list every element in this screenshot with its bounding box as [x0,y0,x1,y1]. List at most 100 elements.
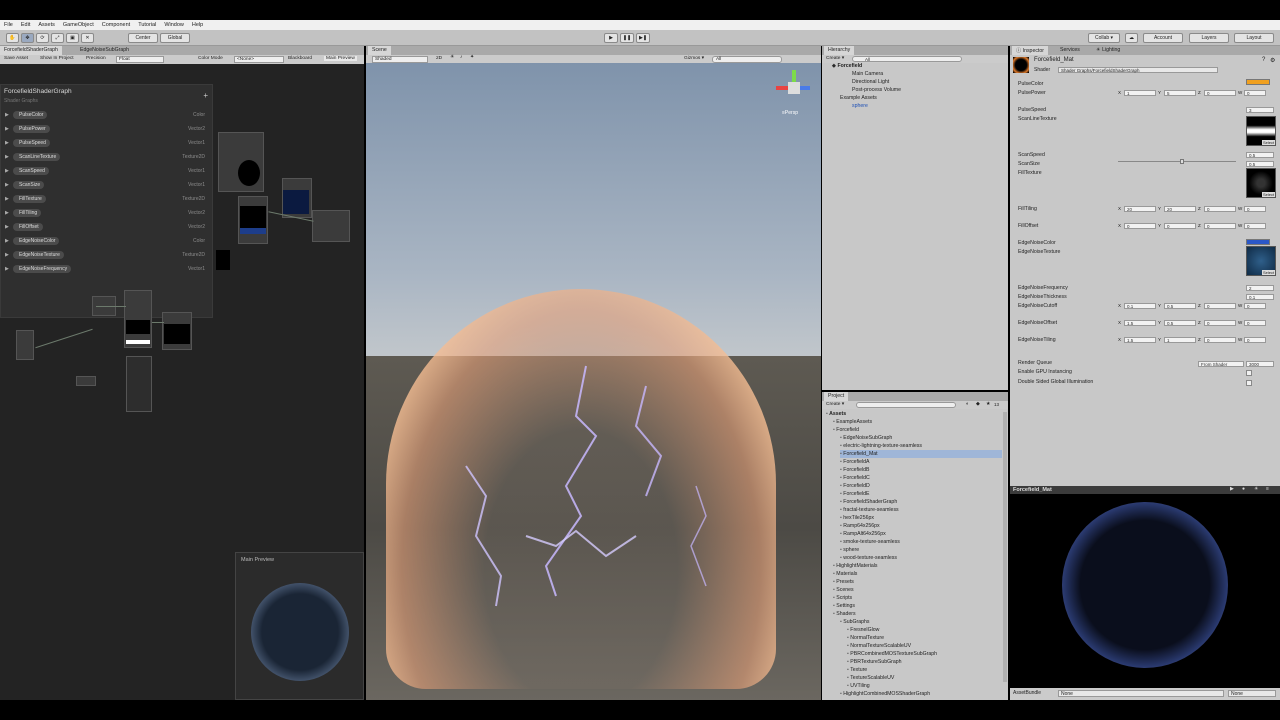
property-name[interactable]: FillTexture [13,195,46,203]
project-item[interactable]: ▪ Ramp64x256px [840,522,880,530]
project-item[interactable]: ▪ PBRCombinedMOSTextureSubGraph [847,650,937,658]
transform-tool-icon[interactable]: ✕ [81,33,94,43]
shading-dropdown[interactable]: Shaded [372,56,428,63]
gpu-instancing-checkbox[interactable] [1246,370,1252,376]
preview-sphere[interactable] [1062,502,1228,668]
blackboard-property[interactable]: ▶ ScanSpeed Vector1 [5,167,209,175]
project-item[interactable]: ▪ PBRTextureSubGraph [847,658,902,666]
vector-field-x[interactable]: 1.5 [1124,337,1156,343]
vector-field-w[interactable]: 0 [1244,337,1266,343]
vector-field-z[interactable]: 0 [1204,90,1236,96]
menu-component[interactable]: Component [102,22,130,28]
settings-icon[interactable]: ⚙ [1270,57,1275,64]
expand-arrow-icon[interactable]: ▶ [5,182,9,188]
lighting-icon[interactable]: ☀ [450,55,454,60]
hierarchy-create-button[interactable]: Create ▾ [826,56,844,61]
expand-arrow-icon[interactable]: ▶ [5,154,9,160]
edge-noise-color-swatch[interactable] [1246,239,1270,245]
vector-field-y[interactable]: 5 [1164,90,1196,96]
orientation-gizmo[interactable] [776,70,812,106]
property-name[interactable]: ScanSpeed [13,167,49,175]
hierarchy-item[interactable]: Post-process Volume [852,86,901,94]
vector-field-x[interactable]: 0 [1124,223,1156,229]
filter-type-icon[interactable]: ◐ [966,401,969,407]
property-name[interactable]: ScanLineTexture [13,153,61,161]
project-item[interactable]: ▪ smoke-texture-seamless [840,538,900,546]
blackboard-property[interactable]: ▶ PulseSpeed Vector1 [5,139,209,147]
cloud-icon[interactable]: ☁ [1125,33,1138,43]
tab-project[interactable]: Project [824,392,849,401]
preview-sphere[interactable] [251,583,349,681]
project-item[interactable]: ▪ ForcefieldD [840,482,870,490]
project-item[interactable]: ▪ fractal-texture-seamless [840,506,899,514]
float-field[interactable]: 0.5 [1246,152,1274,158]
project-item[interactable]: ▪ sphere [840,546,859,554]
property-name[interactable]: ScanSize [13,181,45,189]
vector-field-z[interactable]: 0 [1204,337,1236,343]
asset-bundle-dropdown[interactable]: None [1058,690,1224,697]
vector-field-x[interactable]: 0.1 [1124,303,1156,309]
vector-field-y[interactable]: 0.5 [1164,303,1196,309]
project-item[interactable]: ▪ UVTiling [847,682,870,690]
project-item[interactable]: ▪ ForcefieldE [840,490,870,498]
project-item[interactable]: ▪ RampAlt64x256px [840,530,886,538]
scale-tool-icon[interactable]: ⤢ [51,33,64,43]
show-in-project-button[interactable]: Show In Project [40,56,74,61]
hierarchy-search-input[interactable]: All [852,56,962,62]
precision-dropdown[interactable]: Float [116,56,164,63]
project-scrollbar[interactable] [1003,412,1007,682]
help-icon[interactable]: ? [1262,57,1265,63]
property-name[interactable]: EdgeNoiseFrequency [13,265,72,273]
menu-window[interactable]: Window [164,22,184,28]
collab-button[interactable]: Collab ▾ [1088,33,1120,43]
blackboard-property[interactable]: ▶ FillOffset Vector2 [5,223,209,231]
project-item[interactable]: ▪ Materials [833,570,857,578]
pivot-center-button[interactable]: Center [128,33,158,43]
preview-mesh-icon[interactable]: ● [1242,486,1245,492]
persp-label[interactable]: ≡Persp [782,110,798,116]
scan-speed-slider-thumb[interactable] [1180,159,1184,164]
property-name[interactable]: PulseColor [13,111,48,119]
property-name[interactable]: PulsePower [13,125,50,133]
project-create-button[interactable]: Create ▾ [826,402,844,407]
expand-arrow-icon[interactable]: ▶ [5,140,9,146]
edge-noise-select-button[interactable]: Select [1262,270,1276,275]
property-name[interactable]: PulseSpeed [13,139,50,147]
pause-icon[interactable]: ❚❚ [620,33,634,43]
2d-toggle[interactable]: 2D [436,56,442,61]
double-sided-gi-checkbox[interactable] [1246,380,1252,386]
project-item[interactable]: ▪ NormalTextureScalableUV [847,642,911,650]
asset-bundle-variant-dropdown[interactable]: None [1228,690,1276,697]
expand-arrow-icon[interactable]: ▶ [5,112,9,118]
menu-edit[interactable]: Edit [21,22,30,28]
menu-gameobject[interactable]: GameObject [63,22,94,28]
graph-node[interactable] [312,210,350,242]
project-item[interactable]: ▪ Assets [826,410,846,418]
project-item[interactable]: ▪ Presets [833,578,854,586]
expand-arrow-icon[interactable]: ▶ [5,126,9,132]
expand-arrow-icon[interactable]: ▶ [5,210,9,216]
vector-field-z[interactable]: 0 [1204,303,1236,309]
project-item[interactable]: ▪ hexTile256px [840,514,874,522]
blackboard-property[interactable]: ▶ EdgeNoiseFrequency Vector1 [5,265,209,273]
graph-node[interactable] [76,376,96,386]
project-item[interactable]: ▪ electric-lightning-texture-seamless [840,442,922,450]
preview-light-icon[interactable]: ☀ [1254,486,1258,492]
blackboard-property[interactable]: ▶ PulseColor Color [5,111,209,119]
vector-field-y[interactable]: 20 [1164,206,1196,212]
color-mode-dropdown[interactable]: <None> [234,56,284,63]
vector-field-x[interactable]: 1 [1124,90,1156,96]
graph-node[interactable] [126,356,152,412]
menu-tutorial[interactable]: Tutorial [138,22,156,28]
favorite-icon[interactable]: ★ [986,401,990,407]
vector-field-y[interactable]: 0 [1164,223,1196,229]
step-icon[interactable]: ▶❚ [636,33,650,43]
project-item[interactable]: ▪ SubGraphs [840,618,870,626]
scene-search-input[interactable]: All [712,56,782,63]
vector-field-y[interactable]: 1 [1164,337,1196,343]
hand-tool-icon[interactable]: ✋ [6,33,19,43]
property-name[interactable]: EdgeNoiseTexture [13,251,64,259]
blackboard-toggle[interactable]: Blackboard [288,56,312,61]
render-queue-dropdown[interactable]: From Shader [1198,361,1244,367]
gizmos-dropdown[interactable]: Gizmos ▾ [684,56,704,61]
